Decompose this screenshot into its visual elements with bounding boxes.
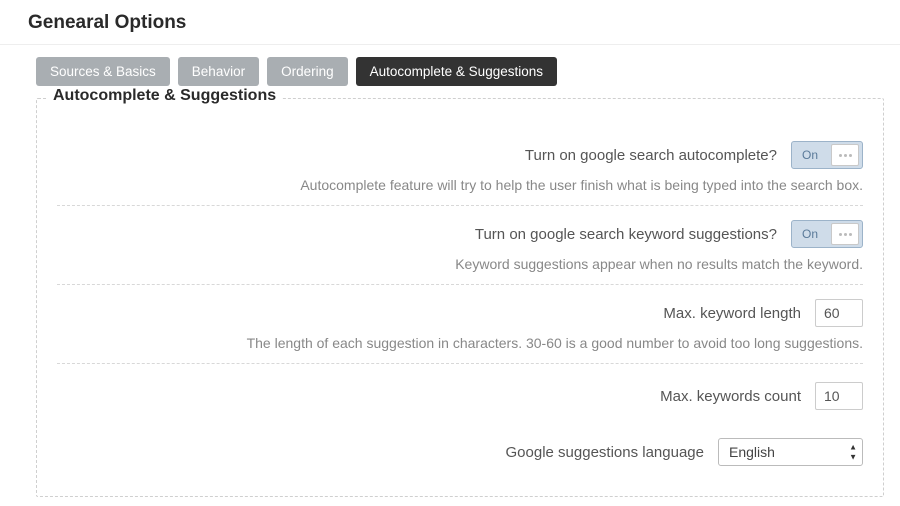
tab-behavior[interactable]: Behavior	[178, 57, 259, 86]
toggle-keyword-suggestions-state: On	[792, 227, 828, 241]
label-language: Google suggestions language	[506, 444, 705, 461]
toggle-knob-icon	[831, 223, 859, 245]
row-max-keywords-count: Max. keywords count	[57, 364, 863, 420]
toggle-autocomplete-state: On	[792, 148, 828, 162]
input-max-keyword-length[interactable]	[815, 299, 863, 327]
row-autocomplete-main: Turn on google search autocomplete? On	[525, 141, 863, 169]
tab-ordering[interactable]: Ordering	[267, 57, 348, 86]
desc-autocomplete: Autocomplete feature will try to help th…	[57, 177, 863, 193]
desc-keyword-suggestions: Keyword suggestions appear when no resul…	[57, 256, 863, 272]
autocomplete-fieldset: Autocomplete & Suggestions Turn on googl…	[36, 98, 884, 497]
desc-max-keyword-length: The length of each suggestion in charact…	[57, 335, 863, 351]
select-language-wrap: English ▲▼	[718, 438, 863, 466]
content-wrap: Sources & Basics Behavior Ordering Autoc…	[0, 45, 900, 497]
label-autocomplete: Turn on google search autocomplete?	[525, 147, 777, 164]
row-keyword-suggestions: Turn on google search keyword suggestion…	[57, 206, 863, 285]
label-max-keyword-length: Max. keyword length	[663, 305, 801, 322]
row-autocomplete: Turn on google search autocomplete? On A…	[57, 127, 863, 206]
row-keyword-suggestions-main: Turn on google search keyword suggestion…	[475, 220, 863, 248]
row-language: Google suggestions language English ▲▼	[57, 420, 863, 476]
select-language[interactable]: English	[718, 438, 863, 466]
fieldset-legend: Autocomplete & Suggestions	[47, 87, 282, 105]
page-title: Genearal Options	[0, 0, 900, 45]
label-max-keywords-count: Max. keywords count	[660, 388, 801, 405]
label-keyword-suggestions: Turn on google search keyword suggestion…	[475, 226, 777, 243]
toggle-keyword-suggestions[interactable]: On	[791, 220, 863, 248]
toggle-knob-icon	[831, 144, 859, 166]
input-max-keywords-count[interactable]	[815, 382, 863, 410]
row-max-keyword-length-main: Max. keyword length	[663, 299, 863, 327]
tab-autocomplete-suggestions[interactable]: Autocomplete & Suggestions	[356, 57, 557, 86]
tab-sources-basics[interactable]: Sources & Basics	[36, 57, 170, 86]
row-max-keyword-length: Max. keyword length The length of each s…	[57, 285, 863, 364]
toggle-autocomplete[interactable]: On	[791, 141, 863, 169]
